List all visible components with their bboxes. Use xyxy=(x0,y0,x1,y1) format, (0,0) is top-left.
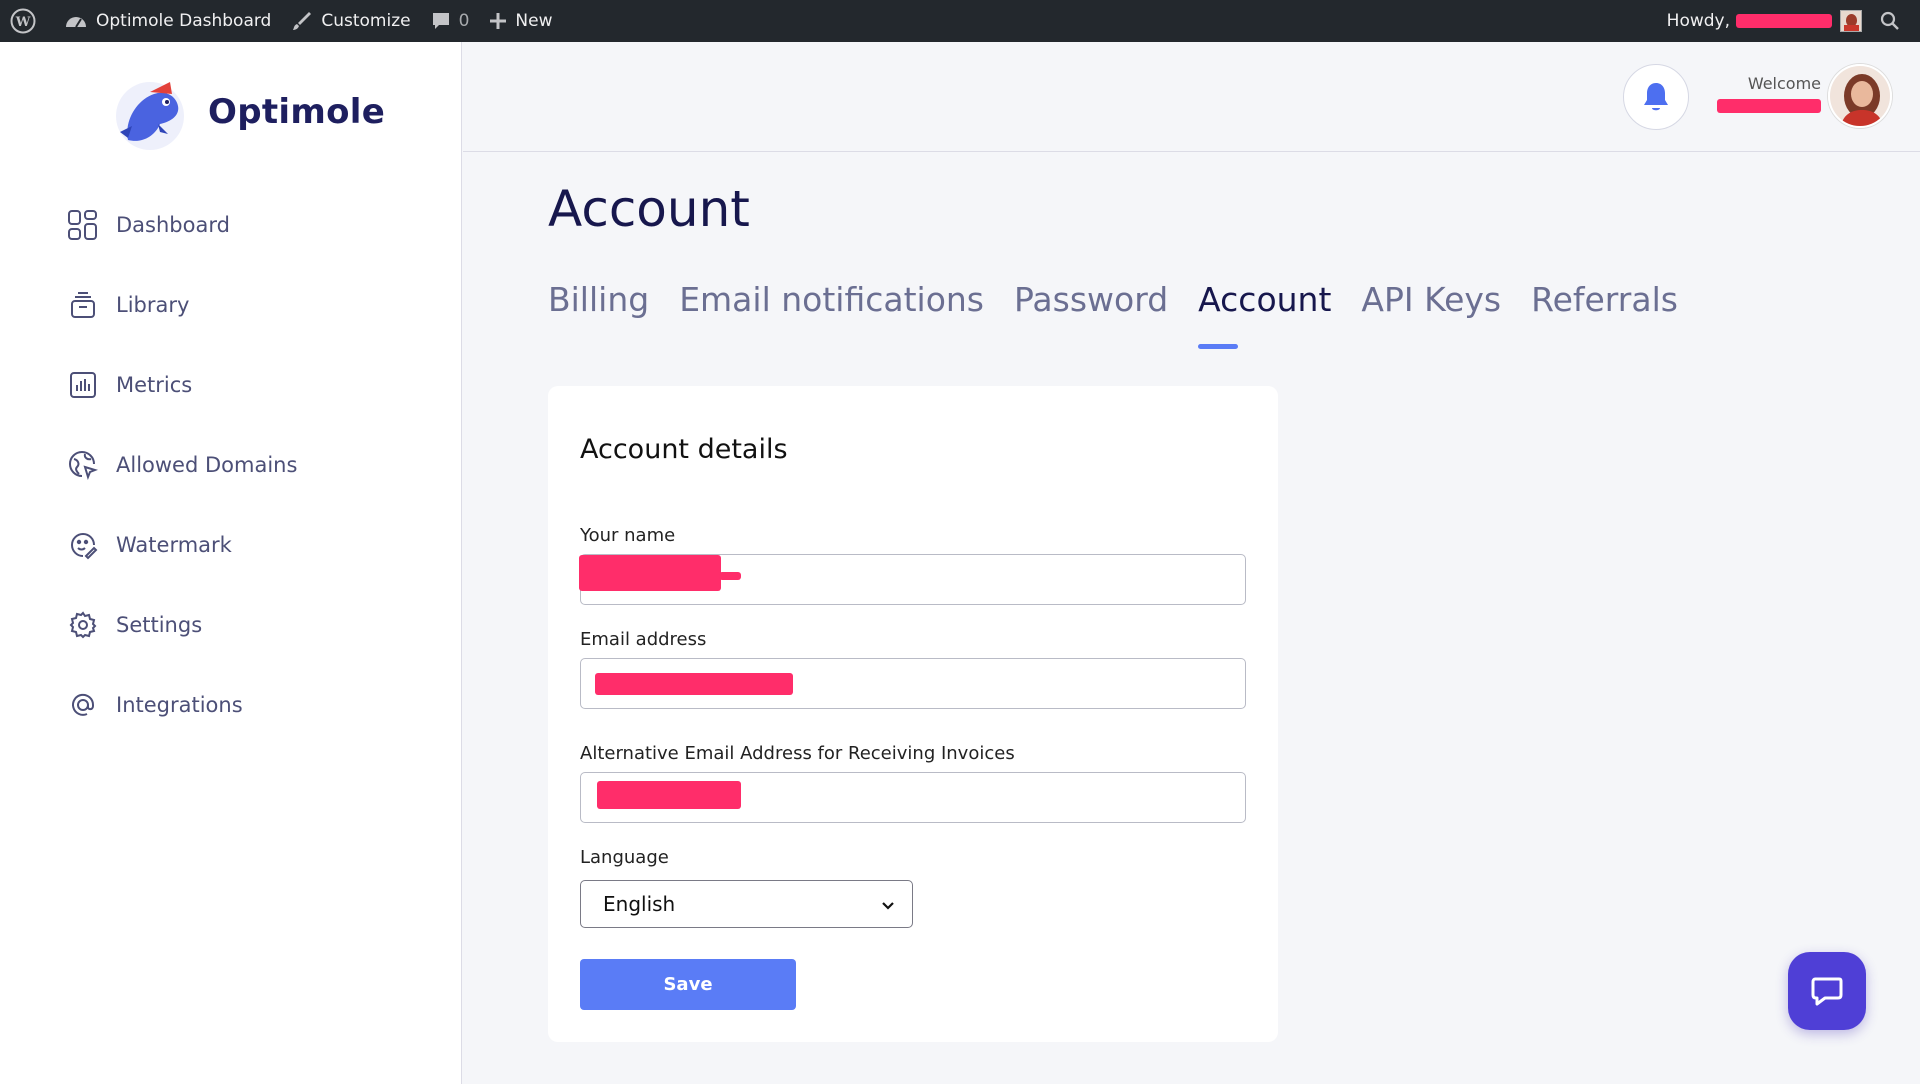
account-tabs: Billing Email notifications Password Acc… xyxy=(548,280,1708,349)
bar-chart-icon xyxy=(66,368,100,402)
language-label: Language xyxy=(580,847,669,868)
sidebar-item-label: Library xyxy=(116,293,190,317)
comments-count: 0 xyxy=(458,11,470,31)
alt-email-redaction xyxy=(597,781,741,809)
sidebar-item-label: Integrations xyxy=(116,693,243,717)
sidebar-nav: Dashboard Library Metrics Allowed Domain… xyxy=(66,208,297,768)
sidebar-item-metrics[interactable]: Metrics xyxy=(66,368,297,402)
account-details-card: Account details Your name Email address … xyxy=(548,386,1278,1042)
new-label: New xyxy=(515,11,553,31)
tab-password[interactable]: Password xyxy=(1014,280,1168,319)
tab-referrals[interactable]: Referrals xyxy=(1531,280,1678,319)
welcome-label: Welcome xyxy=(1747,74,1821,93)
email-label: Email address xyxy=(580,629,707,650)
tab-billing[interactable]: Billing xyxy=(548,280,649,319)
dashboard-gauge-icon xyxy=(66,17,86,28)
sidebar-item-dashboard[interactable]: Dashboard xyxy=(66,208,297,242)
sidebar-item-settings[interactable]: Settings xyxy=(66,608,297,642)
comment-icon xyxy=(432,13,449,29)
sidebar-item-library[interactable]: Library xyxy=(66,288,297,322)
wp-logo-button[interactable]: W xyxy=(0,0,54,42)
sidebar-item-label: Dashboard xyxy=(116,213,230,237)
bell-icon xyxy=(1644,83,1668,111)
search-button[interactable] xyxy=(1868,0,1920,42)
sidebar-item-integrations[interactable]: Integrations xyxy=(66,688,297,722)
customize-label: Customize xyxy=(321,11,411,31)
brand-logo-link[interactable]: Optimole xyxy=(110,70,385,154)
howdy-label: Howdy, xyxy=(1666,11,1730,31)
sidebar-item-label: Watermark xyxy=(116,533,232,557)
new-content-link[interactable]: New xyxy=(479,0,562,42)
grid-icon xyxy=(66,208,100,242)
support-chat-button[interactable] xyxy=(1788,952,1866,1030)
chevron-down-icon xyxy=(882,902,894,910)
wp-admin-bar: W Optimole Dashboard Customize 0 New How… xyxy=(0,0,1920,42)
alt-email-field[interactable] xyxy=(580,772,1246,823)
save-button[interactable]: Save xyxy=(580,959,796,1010)
notifications-button[interactable] xyxy=(1623,64,1689,130)
library-icon xyxy=(66,288,100,322)
optimole-mascot-icon xyxy=(116,82,184,150)
welcome-block: Welcome xyxy=(1711,74,1821,117)
tab-email-notifications[interactable]: Email notifications xyxy=(679,280,984,319)
alt-email-label: Alternative Email Address for Receiving … xyxy=(580,743,1015,764)
gear-icon xyxy=(66,608,100,642)
email-field[interactable] xyxy=(580,658,1246,709)
plus-icon xyxy=(490,13,507,29)
watermark-icon xyxy=(66,528,100,562)
at-icon xyxy=(66,688,100,722)
svg-text:W: W xyxy=(15,15,31,30)
dashboard-header: Welcome xyxy=(463,42,1920,152)
search-icon xyxy=(1880,11,1899,30)
name-label: Your name xyxy=(580,525,676,546)
sidebar-item-watermark[interactable]: Watermark xyxy=(66,528,297,562)
tab-account[interactable]: Account xyxy=(1198,280,1331,349)
site-name-link[interactable]: Optimole Dashboard xyxy=(54,0,281,42)
username-redaction xyxy=(1736,14,1832,28)
sidebar-item-label: Metrics xyxy=(116,373,193,397)
name-redaction-tail xyxy=(719,572,741,580)
my-account-link[interactable]: Howdy, xyxy=(1657,0,1868,42)
brand-name: Optimole xyxy=(208,92,386,132)
sidebar-item-label: Allowed Domains xyxy=(116,453,298,477)
tab-api-keys[interactable]: API Keys xyxy=(1361,280,1501,319)
name-field[interactable] xyxy=(579,554,1246,605)
sidebar: Optimole Dashboard Library Metrics Allow… xyxy=(0,42,462,1084)
email-redaction xyxy=(595,673,793,695)
user-avatar-small xyxy=(1840,10,1862,32)
comments-link[interactable]: 0 xyxy=(421,0,480,42)
card-title: Account details xyxy=(580,434,788,465)
page-title: Account xyxy=(548,180,750,238)
wordpress-icon: W xyxy=(10,8,36,34)
customize-link[interactable]: Customize xyxy=(281,0,420,42)
language-value: English xyxy=(603,892,676,916)
language-select[interactable]: English xyxy=(580,880,913,928)
globe-cursor-icon xyxy=(66,448,100,482)
chat-bubble-icon xyxy=(1811,977,1843,1006)
site-name-label: Optimole Dashboard xyxy=(96,11,272,31)
sidebar-item-allowed-domains[interactable]: Allowed Domains xyxy=(66,448,297,482)
user-avatar[interactable] xyxy=(1828,64,1892,128)
sidebar-item-label: Settings xyxy=(116,613,203,637)
name-redaction xyxy=(579,555,721,591)
brush-icon xyxy=(293,12,312,30)
user-name-redaction xyxy=(1717,99,1821,113)
